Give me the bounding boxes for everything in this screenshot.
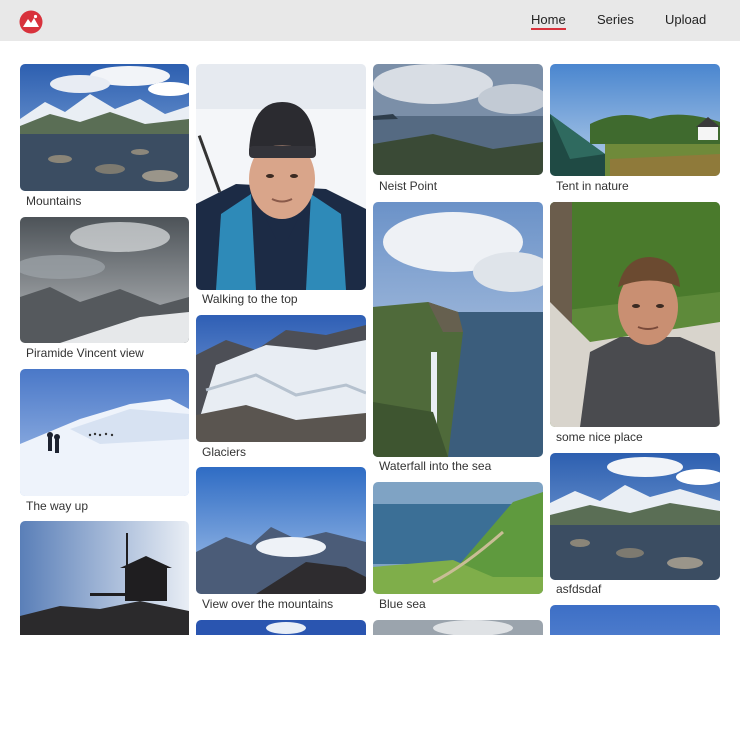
photo-thumbnail[interactable]: [550, 202, 720, 427]
photo-card[interactable]: Piramide Vincent view: [20, 217, 189, 362]
photo-caption: Walking to the top: [202, 292, 298, 306]
photo-card[interactable]: Waterfall into the sea: [373, 202, 543, 477]
photo-thumbnail[interactable]: [373, 64, 543, 175]
photo-caption: Blue sea: [379, 597, 426, 611]
photo-thumbnail[interactable]: [20, 64, 189, 191]
photo-caption: asfdsdaf: [556, 582, 602, 596]
mountain-logo-icon[interactable]: [19, 10, 43, 34]
nav-upload-link[interactable]: Upload: [665, 12, 706, 27]
photo-thumbnail[interactable]: [196, 620, 366, 635]
photo-caption: Piramide Vincent view: [26, 346, 144, 360]
photo-card[interactable]: [550, 605, 720, 635]
top-navbar: Home Series Upload: [0, 0, 740, 41]
photo-card[interactable]: Neist Point: [373, 64, 543, 194]
page-footer-area: [0, 635, 740, 740]
photo-thumbnail[interactable]: [196, 467, 366, 594]
photo-card[interactable]: Tent in nature: [550, 64, 720, 194]
photo-thumbnail[interactable]: [550, 453, 720, 580]
photo-caption: The way up: [26, 499, 89, 513]
photo-thumbnail[interactable]: [196, 64, 366, 290]
photo-card[interactable]: [20, 521, 189, 635]
photo-caption: Waterfall into the sea: [379, 459, 492, 473]
photo-card[interactable]: some nice place: [550, 202, 720, 447]
photo-thumbnail[interactable]: [20, 369, 189, 496]
photo-thumbnail[interactable]: [373, 620, 543, 635]
photo-caption: View over the mountains: [202, 597, 334, 611]
photo-card[interactable]: Glaciers: [196, 315, 366, 460]
photo-card[interactable]: [373, 620, 543, 635]
photo-caption: Glaciers: [202, 445, 247, 459]
photo-card[interactable]: Mountains: [20, 64, 189, 209]
photo-caption: Neist Point: [379, 179, 438, 193]
photo-card[interactable]: Blue sea: [373, 482, 543, 612]
photo-thumbnail[interactable]: [550, 605, 720, 635]
photo-caption: Mountains: [26, 194, 82, 208]
photo-caption: Tent in nature: [556, 179, 629, 193]
photo-caption: some nice place: [556, 430, 643, 444]
photo-card[interactable]: View over the mountains: [196, 467, 366, 612]
photo-thumbnail[interactable]: [196, 315, 366, 442]
photo-card[interactable]: The way up: [20, 369, 189, 514]
nav-home-link[interactable]: Home: [531, 12, 566, 30]
photo-card[interactable]: Walking to the top: [196, 64, 366, 334]
photo-thumbnail[interactable]: [550, 64, 720, 176]
photo-thumbnail[interactable]: [373, 202, 543, 457]
photo-card[interactable]: asfdsdaf: [550, 453, 720, 598]
photo-card[interactable]: [196, 620, 366, 635]
nav-series-link[interactable]: Series: [597, 12, 634, 27]
photo-thumbnail[interactable]: [373, 482, 543, 594]
photo-thumbnail[interactable]: [20, 217, 189, 343]
photo-thumbnail[interactable]: [20, 521, 189, 635]
photo-gallery: Mountains Piramide Vincent view The way …: [0, 41, 740, 635]
